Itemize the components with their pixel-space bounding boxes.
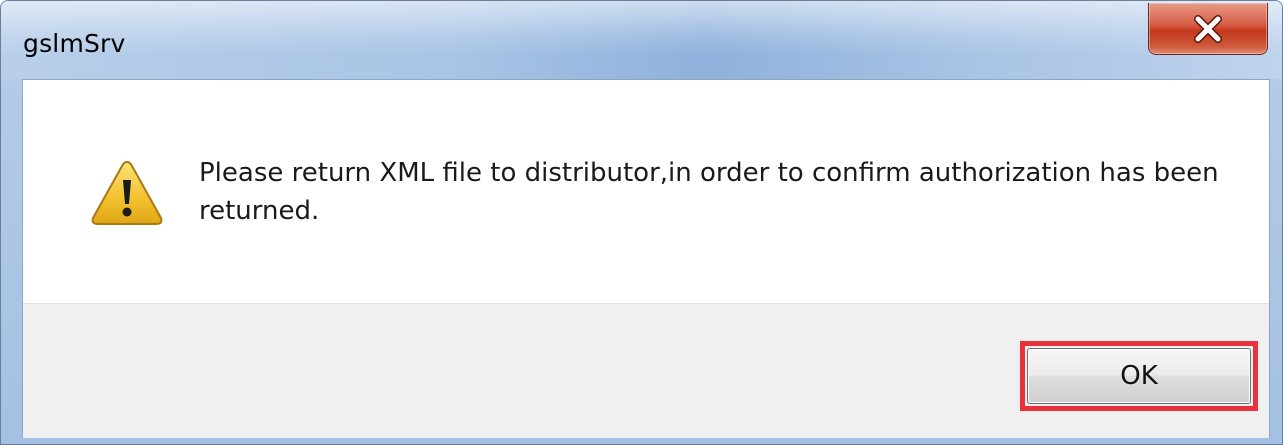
dialog-client-area: Please return XML file to distributor,in… (22, 79, 1270, 438)
title-bar[interactable]: gslmSrv (1, 1, 1282, 79)
button-bar: OK (23, 303, 1269, 438)
message-area: Please return XML file to distributor,in… (23, 80, 1269, 303)
ok-button[interactable]: OK (1027, 348, 1251, 404)
warning-icon (89, 158, 165, 228)
message-dialog: gslmSrv Please return XML file to distri… (0, 0, 1283, 445)
dialog-message: Please return XML file to distributor,in… (199, 158, 1219, 226)
dialog-title: gslmSrv (23, 29, 126, 58)
close-x-icon (1191, 14, 1225, 44)
close-button[interactable] (1148, 3, 1268, 55)
